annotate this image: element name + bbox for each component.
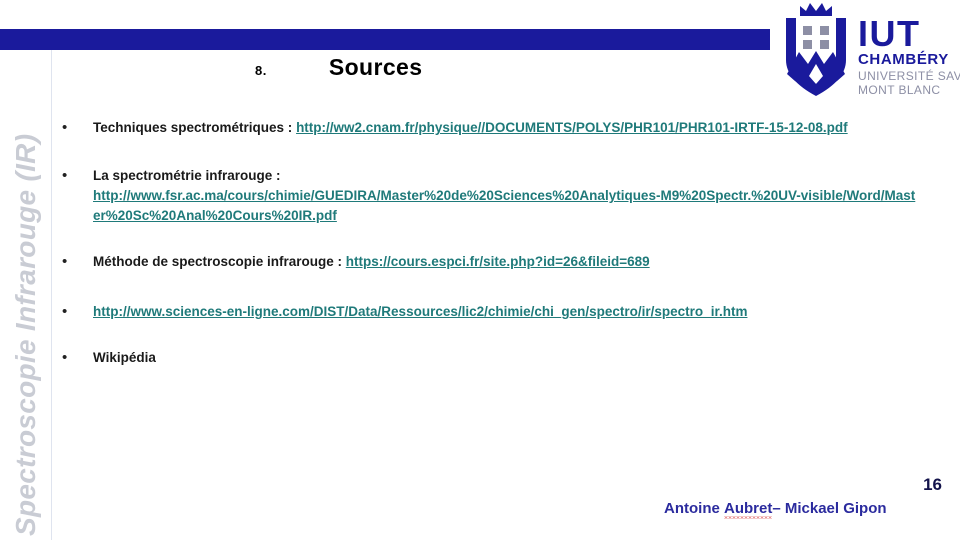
source-link[interactable]: https://cours.espci.fr/site.php?id=26&fi… xyxy=(346,254,650,269)
sources-list: • Techniques spectrométriques : http://w… xyxy=(58,118,918,368)
logo-iut-text: IUT xyxy=(858,13,921,54)
sidebar-vertical-strip: Spectroscopie Infrarouge (IR) xyxy=(0,50,52,540)
list-item-label: Techniques spectrométriques : xyxy=(93,120,297,135)
author-misspelled-word: Aubret xyxy=(724,500,773,519)
source-link[interactable]: http://www.sciences-en-ligne.com/DIST/Da… xyxy=(93,304,747,319)
bullet-icon: • xyxy=(62,349,68,366)
bullet-icon: • xyxy=(62,167,68,184)
header-accent-bar xyxy=(0,29,770,50)
logo-chambery-text: CHAMBÉRY xyxy=(858,51,949,68)
page-title-label: Sources xyxy=(328,54,423,80)
list-item-label: La spectrométrie infrarouge : xyxy=(93,168,281,183)
page-title: 8. Sources xyxy=(255,54,422,81)
bullet-icon: • xyxy=(62,119,68,136)
bullet-icon: • xyxy=(62,253,68,270)
sidebar-vertical-title: Spectroscopie Infrarouge (IR) xyxy=(10,133,41,536)
list-item: • Wikipédia xyxy=(58,348,918,368)
list-item-content: Méthode de spectroscopie infrarouge : ht… xyxy=(93,252,918,272)
iut-chambery-logo: IUT CHAMBÉRY UNIVERSITÉ SAVOIE MONT BLAN… xyxy=(772,2,960,100)
list-item-content: Wikipédia xyxy=(93,348,918,368)
list-item-content: http://www.sciences-en-ligne.com/DIST/Da… xyxy=(93,302,918,322)
source-link[interactable]: http://ww2.cnam.fr/physique//DOCUMENTS/P… xyxy=(296,120,848,135)
list-item: • La spectrométrie infrarouge : http://ww… xyxy=(58,166,918,226)
list-item-content: La spectrométrie infrarouge : http://www.… xyxy=(93,166,918,226)
author-second-name: – Mickael Gipon xyxy=(772,500,887,517)
list-item: • Méthode de spectroscopie infrarouge : … xyxy=(58,252,918,272)
logo-montblanc-text: MONT BLANC xyxy=(858,83,940,97)
page-title-number: 8. xyxy=(255,63,267,78)
slide-canvas: Spectroscopie Infrarouge (IR) 8. Sources… xyxy=(0,0,960,540)
list-item: • http://www.sciences-en-ligne.com/DIST/… xyxy=(58,302,918,322)
author-first-name-prefix: Antoine xyxy=(664,500,724,517)
list-item: • Techniques spectrométriques : http://w… xyxy=(58,118,918,138)
list-item-label: Méthode de spectroscopie infrarouge : xyxy=(93,254,346,269)
bullet-icon: • xyxy=(62,303,68,320)
source-link[interactable]: http://www.fsr.ac.ma/cours/chimie/GUEDIR… xyxy=(93,188,915,223)
shield-icon xyxy=(786,3,846,96)
logo-universite-text: UNIVERSITÉ SAVOIE xyxy=(858,68,960,83)
authors-footer: Antoine Aubret– Mickael Gipon xyxy=(664,500,887,519)
list-item-content: Techniques spectrométriques : http://ww2… xyxy=(93,118,918,138)
list-item-label: Wikipédia xyxy=(93,350,156,365)
page-number: 16 xyxy=(923,475,942,494)
